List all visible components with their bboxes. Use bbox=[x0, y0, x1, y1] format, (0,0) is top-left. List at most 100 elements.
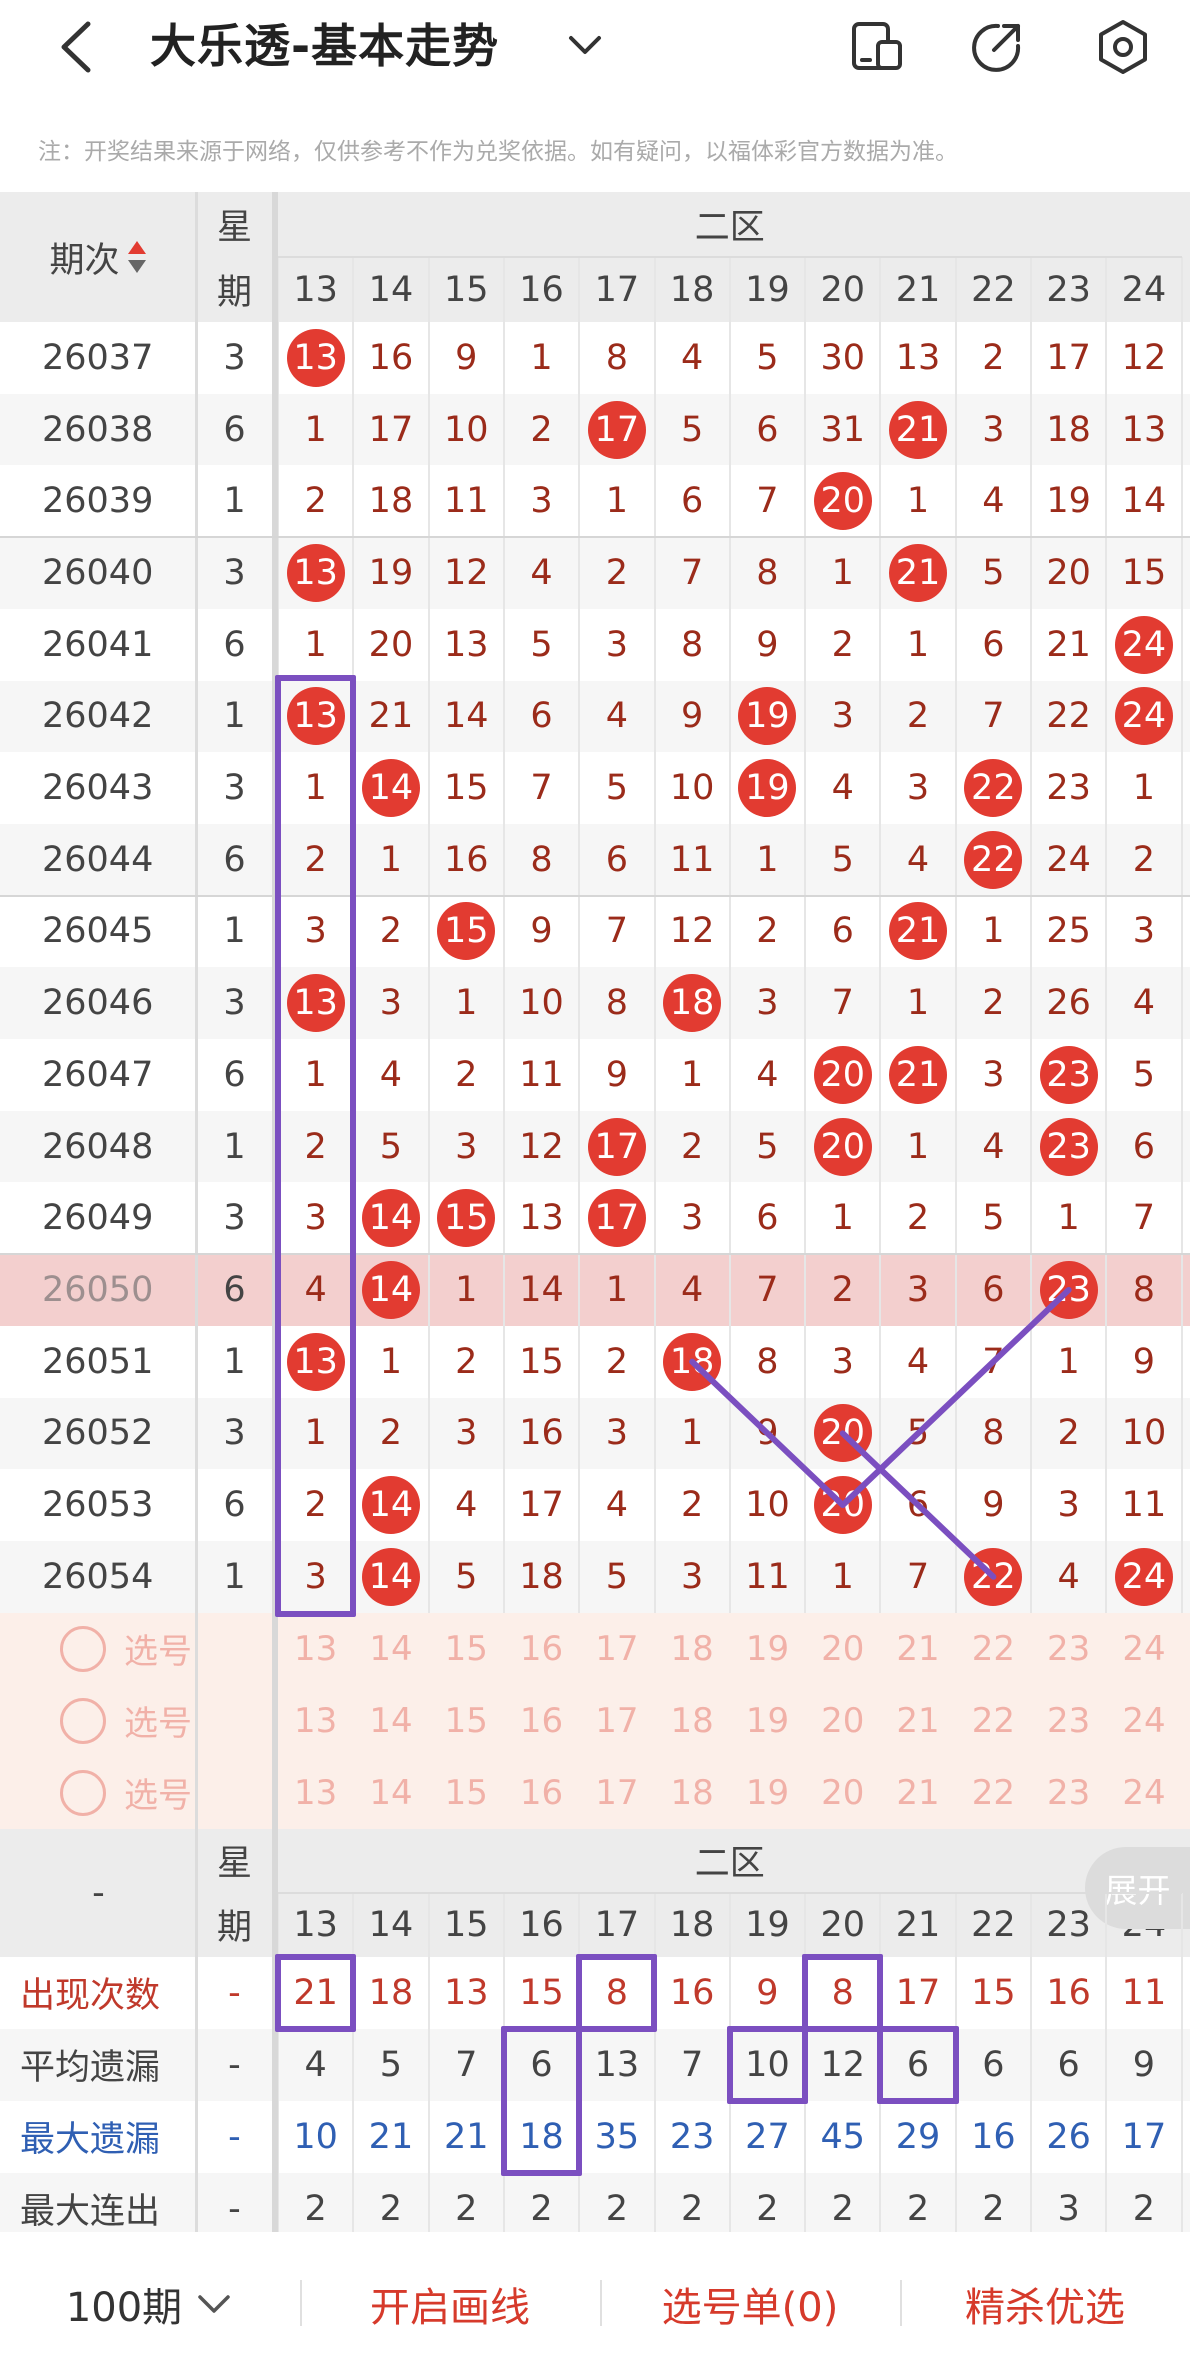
pick-row-button[interactable]: 选号 bbox=[60, 1685, 192, 1757]
trend-table: 期次星期二区 13 14 15 16 17 18 19 20 21 22 23 24 26037 3 13 16… bbox=[0, 192, 1190, 2245]
pick-number[interactable]: 15 bbox=[429, 1685, 504, 1757]
number-cell: 3 bbox=[906, 768, 930, 809]
number-cell: 1 bbox=[455, 1269, 478, 1310]
hit-ball: 18 bbox=[663, 1332, 722, 1391]
pick-number[interactable]: 15 bbox=[429, 1613, 504, 1685]
pick-number[interactable]: 23 bbox=[1031, 1685, 1106, 1757]
pick-number[interactable]: 24 bbox=[1106, 1757, 1181, 1829]
number-cell: 11 bbox=[745, 1556, 790, 1597]
pick-row-button[interactable]: 选号 bbox=[60, 1757, 192, 1829]
stats-value: 7 bbox=[681, 2044, 704, 2085]
pick-number[interactable]: 16 bbox=[504, 1685, 579, 1757]
number-cell: 14 bbox=[353, 1182, 428, 1254]
pick-number[interactable]: 17 bbox=[579, 1757, 654, 1829]
annotation-box bbox=[576, 1953, 658, 2032]
expand-button[interactable]: 展开 bbox=[1085, 1846, 1190, 1929]
column-divider bbox=[954, 257, 957, 1613]
pick-number[interactable]: 22 bbox=[956, 1757, 1031, 1829]
stats-label: 最大遗漏 bbox=[20, 2120, 161, 2161]
pick-number[interactable]: 14 bbox=[353, 1613, 428, 1685]
pick-number[interactable]: 21 bbox=[880, 1757, 955, 1829]
stats-value: 45 bbox=[820, 2116, 866, 2157]
pick-number[interactable]: 18 bbox=[655, 1757, 730, 1829]
pick-number[interactable]: 23 bbox=[1031, 1613, 1106, 1685]
hit-ball: 17 bbox=[587, 400, 646, 459]
number-cell: 21 bbox=[368, 696, 414, 737]
pick-number[interactable]: 18 bbox=[655, 1613, 730, 1685]
pick-number[interactable]: 24 bbox=[1106, 1685, 1181, 1757]
number-cell: 7 bbox=[756, 1269, 779, 1310]
period-header[interactable]: 期次 bbox=[0, 192, 197, 322]
top-bar: 大乐透-基本走势 bbox=[0, 0, 1190, 95]
period-cell: 26048 bbox=[42, 1126, 154, 1167]
number-cell: 14 bbox=[443, 696, 489, 737]
settings-gear-icon[interactable] bbox=[1094, 18, 1152, 76]
pick-row-button[interactable]: 选号 bbox=[60, 1613, 192, 1685]
week-cell: 3 bbox=[223, 1413, 246, 1454]
pick-number[interactable]: 19 bbox=[730, 1685, 805, 1757]
number-cell: 6 bbox=[756, 409, 779, 450]
pick-number[interactable]: 13 bbox=[278, 1613, 353, 1685]
pick-number[interactable]: 21 bbox=[880, 1613, 955, 1685]
number-cell: 1 bbox=[906, 624, 930, 665]
number-cell: 5 bbox=[530, 624, 553, 665]
number-cell: 4 bbox=[605, 696, 628, 737]
number-header: 16 bbox=[519, 269, 564, 310]
number-header: 22 bbox=[971, 1904, 1016, 1945]
pick-number[interactable]: 24 bbox=[1106, 1613, 1181, 1685]
number-header: 18 bbox=[669, 1904, 715, 1945]
pick-number[interactable]: 14 bbox=[353, 1757, 428, 1829]
pick-number[interactable]: 17 bbox=[579, 1613, 654, 1685]
pick-number[interactable]: 14 bbox=[353, 1685, 428, 1757]
number-cell: 6 bbox=[906, 1485, 930, 1526]
chevron-down-icon[interactable] bbox=[565, 28, 605, 64]
phone-layout-icon[interactable] bbox=[848, 18, 906, 76]
pick-list-button[interactable]: 选号单(0) bbox=[600, 2232, 900, 2375]
pick-number[interactable]: 19 bbox=[730, 1613, 805, 1685]
number-cell: 2 bbox=[1057, 1413, 1080, 1454]
number-cell: 20 bbox=[805, 1039, 880, 1111]
pick-number[interactable]: 13 bbox=[278, 1685, 353, 1757]
number-cell: 7 bbox=[681, 552, 704, 593]
pick-number[interactable]: 22 bbox=[956, 1685, 1031, 1757]
share-icon[interactable] bbox=[968, 18, 1026, 76]
number-cell: 2 bbox=[379, 911, 403, 952]
column-divider bbox=[352, 1892, 355, 2245]
number-cell: 2 bbox=[304, 481, 327, 522]
number-cell: 4 bbox=[1057, 1556, 1080, 1597]
page-title[interactable]: 大乐透-基本走势 bbox=[150, 14, 499, 78]
number-cell: 14 bbox=[353, 1254, 428, 1326]
number-cell: 10 bbox=[745, 1485, 790, 1526]
number-cell: 5 bbox=[681, 409, 704, 450]
pick-number[interactable]: 21 bbox=[880, 1685, 955, 1757]
zone-underline bbox=[278, 1891, 1182, 1894]
pick-number[interactable]: 20 bbox=[805, 1685, 880, 1757]
pick-number[interactable]: 19 bbox=[730, 1757, 805, 1829]
premium-picks-button[interactable]: 精杀优选 bbox=[900, 2232, 1190, 2375]
pick-number[interactable]: 16 bbox=[504, 1613, 579, 1685]
pick-number[interactable]: 13 bbox=[278, 1757, 353, 1829]
radio-circle-icon bbox=[60, 1769, 106, 1816]
hit-ball: 20 bbox=[813, 1476, 872, 1535]
pick-number[interactable]: 17 bbox=[579, 1685, 654, 1757]
back-arrow-icon[interactable] bbox=[52, 20, 102, 75]
pick-number[interactable]: 18 bbox=[655, 1685, 730, 1757]
number-cell: 1 bbox=[906, 983, 930, 1024]
pick-number[interactable]: 22 bbox=[956, 1613, 1031, 1685]
number-cell: 14 bbox=[353, 1469, 428, 1541]
number-cell: 1 bbox=[681, 1054, 704, 1095]
pick-number[interactable]: 20 bbox=[805, 1613, 880, 1685]
number-cell: 18 bbox=[1046, 409, 1091, 450]
number-cell: 14 bbox=[353, 1541, 428, 1613]
pick-number[interactable]: 15 bbox=[429, 1757, 504, 1829]
stats-value: 9 bbox=[756, 1972, 779, 2013]
number-cell: 2 bbox=[906, 1198, 930, 1239]
number-cell: 22 bbox=[956, 1541, 1031, 1613]
pick-number[interactable]: 20 bbox=[805, 1757, 880, 1829]
number-header: 19 bbox=[745, 1904, 790, 1945]
draw-lines-button[interactable]: 开启画线 bbox=[300, 2232, 600, 2375]
pick-number[interactable]: 23 bbox=[1031, 1757, 1106, 1829]
period-selector[interactable]: 100期 bbox=[0, 2232, 300, 2375]
number-cell: 21 bbox=[880, 1039, 955, 1111]
pick-number[interactable]: 16 bbox=[504, 1757, 579, 1829]
